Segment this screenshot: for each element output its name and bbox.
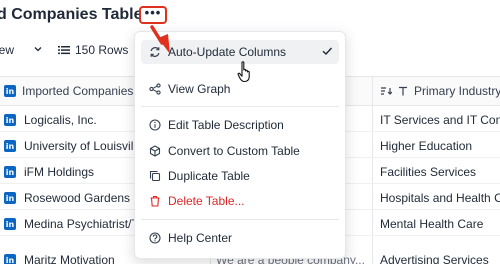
linkedin-icon: in (4, 140, 16, 152)
company-name: iFM Holdings (24, 165, 95, 179)
company-name: University of Louisvill (24, 139, 137, 153)
menu-item-edit-table-description[interactable]: Edit Table Description (141, 113, 339, 137)
menu-item-help-center[interactable]: Help Center (141, 226, 339, 250)
refresh-icon (149, 46, 161, 58)
list-icon (58, 46, 70, 55)
chevron-down-icon[interactable] (33, 44, 43, 54)
info-icon (149, 119, 161, 131)
column-header-imported-companies[interactable]: in Imported Companies (4, 84, 133, 98)
menu-item-label: Duplicate Table (168, 169, 250, 183)
cube-icon (149, 145, 161, 157)
industry-cell[interactable]: Hospitals and Health Ca (380, 191, 500, 205)
text-type-icon (399, 86, 407, 96)
industry-cell[interactable]: Mental Health Care (380, 217, 500, 231)
company-name: Logicalis, Inc. (24, 113, 97, 127)
company-name: Maritz Motivation (24, 253, 115, 264)
company-name: Rosewood Gardens R (24, 191, 143, 205)
menu-item-label: Edit Table Description (168, 118, 284, 132)
industry-cell[interactable]: IT Services and IT Cons (380, 113, 500, 127)
checkmark-icon (322, 47, 333, 55)
menu-item-duplicate-table[interactable]: Duplicate Table (141, 164, 339, 188)
graph-icon (149, 83, 161, 95)
more-options-label: ••• (144, 5, 162, 20)
view-selector-label[interactable]: iew (0, 43, 14, 57)
menu-item-label: Convert to Custom Table (168, 144, 300, 158)
rows-count-label: 150 Rows (75, 43, 129, 57)
industry-cell[interactable]: Advertising Services (380, 253, 500, 264)
copy-icon (149, 170, 161, 182)
industry-cell[interactable]: Higher Education (380, 139, 500, 153)
rows-count-button[interactable]: 150 Rows (58, 43, 128, 57)
linkedin-icon: in (4, 192, 16, 204)
industry-cell[interactable]: Facilities Services (380, 165, 500, 179)
menu-item-delete-table[interactable]: Delete Table... (141, 189, 339, 213)
menu-item-auto-update-columns[interactable]: Auto-Update Columns (141, 40, 339, 64)
linkedin-icon: in (4, 85, 16, 97)
linkedin-icon: in (4, 114, 16, 126)
column-header-primary-industry[interactable]: Primary Industry (380, 84, 500, 98)
menu-item-label: View Graph (168, 82, 231, 96)
menu-item-view-graph[interactable]: View Graph (141, 77, 339, 101)
menu-item-label: Auto-Update Columns (168, 45, 287, 59)
menu-separator (141, 219, 339, 220)
menu-item-convert-to-custom-table[interactable]: Convert to Custom Table (141, 139, 339, 163)
help-icon (149, 232, 161, 244)
menu-item-label: Help Center (168, 231, 233, 245)
column-header-label: Imported Companies (22, 84, 134, 98)
more-options-button[interactable]: ••• (139, 6, 167, 24)
linkedin-icon: in (4, 254, 16, 264)
menu-item-label: Delete Table... (168, 194, 245, 208)
column-header-label: Primary Industry (414, 84, 500, 98)
formula-icon (381, 87, 392, 95)
table-options-menu: Auto-Update Columns View Graph Edit Tabl… (134, 31, 346, 259)
linkedin-icon: in (4, 166, 16, 178)
page-title: d Companies Table (0, 6, 143, 23)
company-name: Medina Psychiatrist/T (24, 217, 139, 231)
trash-icon (149, 195, 161, 207)
linkedin-icon: in (4, 218, 16, 230)
menu-separator (141, 106, 339, 107)
